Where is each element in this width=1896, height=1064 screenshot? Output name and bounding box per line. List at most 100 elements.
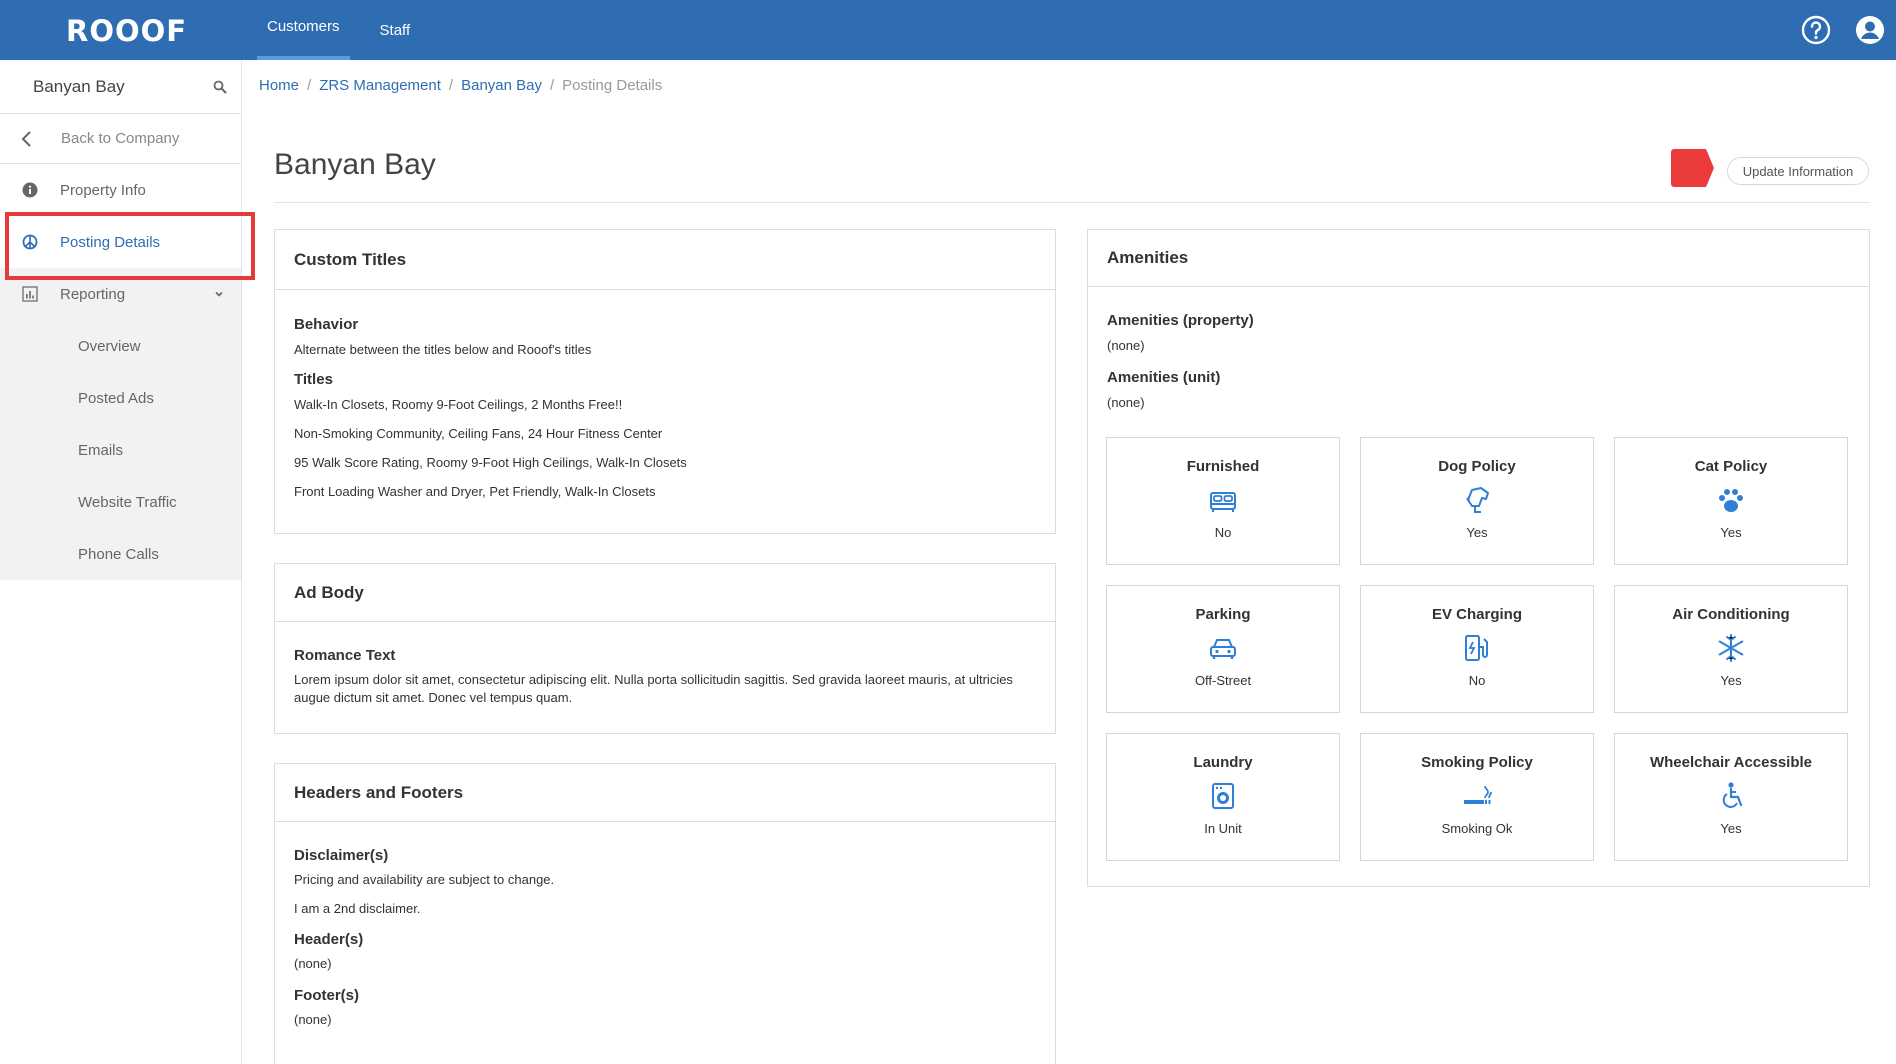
headers-value: (none) bbox=[294, 956, 332, 971]
update-information-button[interactable]: Update Information bbox=[1727, 157, 1869, 185]
ev-charger-icon bbox=[1465, 635, 1488, 661]
page-title: Banyan Bay bbox=[274, 148, 436, 181]
romance-text-label: Romance Text bbox=[294, 647, 396, 664]
sidebar-item-property-info[interactable]: Property Info bbox=[0, 164, 241, 216]
info-icon bbox=[22, 182, 38, 198]
help-icon[interactable] bbox=[1800, 14, 1832, 46]
wheelchair-icon bbox=[1722, 782, 1743, 808]
sidebar-subitem-phone-calls[interactable]: Phone Calls bbox=[0, 528, 241, 580]
dog-icon bbox=[1466, 487, 1489, 513]
sidebar: Banyan Bay Back to Company Property Info… bbox=[0, 60, 255, 1064]
reporting-submenu: Overview Posted Ads Emails Website Traff… bbox=[0, 320, 241, 580]
amenity-value: No bbox=[1214, 525, 1232, 540]
top-navigation-bar: ROOOF Customers Staff bbox=[0, 0, 1896, 60]
title-item: Non-Smoking Community, Ceiling Fans, 24 … bbox=[294, 426, 663, 441]
peace-icon bbox=[22, 234, 38, 250]
breadcrumb-home[interactable]: Home bbox=[259, 77, 299, 94]
breadcrumb-current: Posting Details bbox=[562, 77, 663, 94]
title-divider bbox=[274, 202, 1870, 203]
car-icon bbox=[1210, 639, 1236, 659]
ad-body-card: Ad Body Romance Text Lorem ipsum dolor s… bbox=[274, 563, 1056, 734]
titles-label: Titles bbox=[294, 371, 333, 388]
rooof-logo[interactable]: ROOOF bbox=[66, 14, 187, 48]
tab-staff[interactable]: Staff bbox=[370, 0, 421, 60]
card-heading: Amenities bbox=[1088, 230, 1869, 287]
sidebar-item-posting-details[interactable]: Posting Details bbox=[0, 212, 255, 280]
washer-icon bbox=[1212, 783, 1234, 809]
footers-label: Footer(s) bbox=[294, 987, 359, 1004]
sidebar-subitem-website-traffic[interactable]: Website Traffic bbox=[0, 476, 241, 528]
headers-label: Header(s) bbox=[294, 931, 364, 948]
amenity-value: In Unit bbox=[1204, 821, 1242, 836]
smoking-icon bbox=[1464, 785, 1492, 804]
sidebar-subitem-posted-ads[interactable]: Posted Ads bbox=[0, 372, 241, 424]
tab-customers-label: Customers bbox=[267, 17, 340, 35]
snowflake-icon bbox=[1718, 634, 1744, 662]
paw-icon bbox=[1719, 489, 1743, 512]
sidebar-title: Banyan Bay bbox=[33, 76, 125, 96]
back-to-company-label: Back to Company bbox=[61, 130, 180, 147]
amenity-tile-furnished: Furnished No bbox=[1106, 437, 1340, 565]
title-item: Walk-In Closets, Roomy 9-Foot Ceilings, … bbox=[294, 397, 623, 412]
search-icon[interactable] bbox=[213, 80, 227, 94]
title-item: 95 Walk Score Rating, Roomy 9-Foot High … bbox=[294, 455, 687, 470]
amenity-tile-parking: Parking Off-Street bbox=[1106, 585, 1340, 713]
amenity-name: Cat Policy bbox=[1694, 458, 1768, 475]
amenity-tile-wheelchair-accessible: Wheelchair Accessible Yes bbox=[1614, 733, 1848, 861]
sidebar-subitem-overview[interactable]: Overview bbox=[0, 320, 241, 372]
card-heading: Headers and Footers bbox=[275, 764, 1055, 822]
sidebar-item-label: Posting Details bbox=[60, 233, 161, 251]
amenity-tile-air-conditioning: Air Conditioning Yes bbox=[1614, 585, 1848, 713]
sidebar-item-label: Property Info bbox=[60, 181, 146, 199]
amenity-name: Wheelchair Accessible bbox=[1649, 754, 1813, 771]
amenity-tile-cat-policy: Cat Policy Yes bbox=[1614, 437, 1848, 565]
card-heading: Ad Body bbox=[275, 564, 1055, 622]
sidebar-item-reporting[interactable]: Reporting bbox=[0, 268, 241, 320]
tab-customers[interactable]: Customers bbox=[257, 0, 350, 60]
subitem-label: Website Traffic bbox=[78, 493, 177, 511]
amenity-name: EV Charging bbox=[1431, 606, 1522, 623]
top-icons bbox=[1800, 14, 1886, 46]
back-to-company-link[interactable]: Back to Company bbox=[0, 114, 241, 164]
headers-footers-card: Headers and Footers Disclaimer(s) Pricin… bbox=[274, 763, 1056, 1064]
top-nav-tabs: Customers Staff bbox=[257, 0, 440, 60]
amenity-name: Smoking Policy bbox=[1421, 754, 1533, 771]
sidebar-subitem-emails[interactable]: Emails bbox=[0, 424, 241, 476]
tab-staff-label: Staff bbox=[379, 21, 411, 39]
amenities-unit-label: Amenities (unit) bbox=[1107, 369, 1221, 386]
amenity-value: Smoking Ok bbox=[1441, 821, 1513, 836]
amenities-unit-value: (none) bbox=[1107, 395, 1145, 410]
disclaimer-item: Pricing and availability are subject to … bbox=[294, 872, 555, 887]
subitem-label: Emails bbox=[78, 441, 124, 459]
behavior-label: Behavior bbox=[294, 316, 359, 333]
amenity-value: Yes bbox=[1720, 525, 1742, 540]
breadcrumb-separator: / bbox=[549, 77, 555, 94]
sidebar-item-label: Reporting bbox=[60, 285, 126, 303]
amenity-value: Yes bbox=[1720, 821, 1742, 836]
breadcrumb-company[interactable]: ZRS Management bbox=[319, 77, 441, 94]
account-icon[interactable] bbox=[1854, 14, 1886, 46]
bed-icon bbox=[1210, 492, 1236, 512]
reporting-group: Reporting Overview Posted Ads Emails Web… bbox=[0, 268, 241, 580]
amenity-tiles-grid: Furnished No Dog Policy Yes Cat Policy Y… bbox=[1106, 437, 1848, 861]
amenity-tile-ev-charging: EV Charging No bbox=[1360, 585, 1594, 713]
chevron-left-icon bbox=[21, 130, 31, 147]
title-item: Front Loading Washer and Dryer, Pet Frie… bbox=[294, 484, 656, 499]
subitem-label: Phone Calls bbox=[78, 545, 159, 563]
amenity-name: Parking bbox=[1195, 606, 1251, 623]
amenity-value: No bbox=[1468, 673, 1486, 688]
subitem-label: Posted Ads bbox=[78, 389, 154, 407]
amenity-value: Yes bbox=[1466, 525, 1488, 540]
breadcrumb-property[interactable]: Banyan Bay bbox=[461, 77, 542, 94]
amenities-property-value: (none) bbox=[1107, 338, 1145, 353]
disclaimer-item: I am a 2nd disclaimer. bbox=[294, 901, 421, 916]
amenity-tile-dog-policy: Dog Policy Yes bbox=[1360, 437, 1594, 565]
subitem-label: Overview bbox=[78, 337, 141, 355]
romance-text: Lorem ipsum dolor sit amet, consectetur … bbox=[294, 672, 1013, 705]
breadcrumb: Home / ZRS Management / Banyan Bay / Pos… bbox=[259, 77, 662, 94]
amenity-value: Off-Street bbox=[1194, 673, 1252, 688]
behavior-text: Alternate between the titles below and R… bbox=[294, 342, 592, 357]
amenities-property-label: Amenities (property) bbox=[1107, 312, 1254, 329]
custom-titles-card: Custom Titles Behavior Alternate between… bbox=[274, 229, 1056, 534]
amenity-name: Furnished bbox=[1186, 458, 1260, 475]
